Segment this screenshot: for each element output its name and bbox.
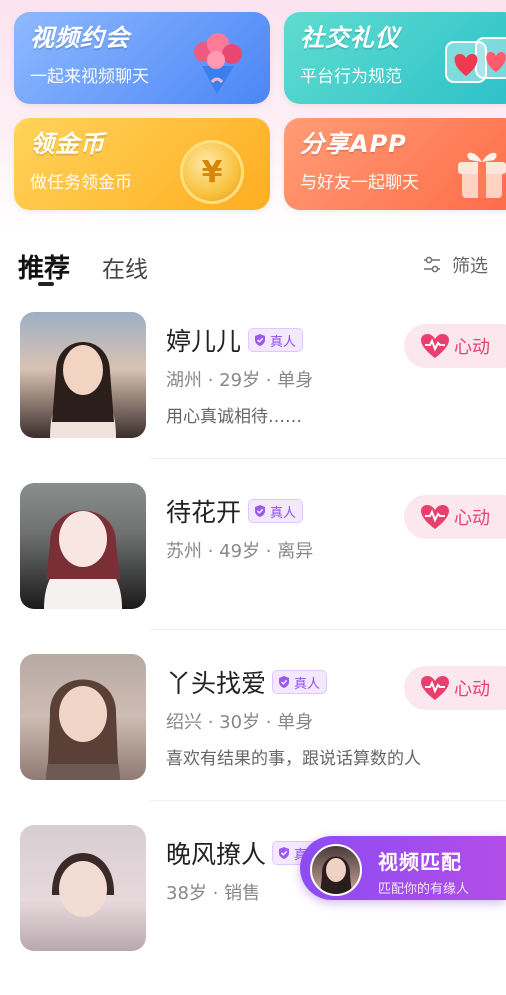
match-subtitle: 匹配你的有缘人 bbox=[378, 882, 470, 897]
tab-recommend[interactable]: 推荐 bbox=[18, 248, 70, 285]
user-meta: 绍兴 · 30岁 · 单身 bbox=[166, 712, 314, 733]
share-app-tile[interactable]: 分享APP 与好友一起聊天 bbox=[284, 118, 506, 210]
user-name: 晚风撩人 bbox=[166, 840, 267, 869]
tile-title: 视频约会 bbox=[30, 24, 130, 52]
verified-label: 真人 bbox=[294, 676, 321, 692]
bouquet-icon bbox=[194, 33, 242, 94]
verified-badge: 真人 bbox=[272, 670, 328, 694]
video-dating-tile[interactable]: 视频约会 一起来视频聊天 bbox=[14, 12, 270, 104]
user-name: 待花开 bbox=[166, 498, 242, 527]
like-label: 心动 bbox=[454, 508, 490, 529]
shield-check-icon bbox=[255, 505, 265, 517]
tile-subtitle: 做任务领金币 bbox=[30, 173, 132, 193]
verified-label: 真人 bbox=[270, 505, 297, 521]
user-name: 婷儿儿 bbox=[166, 327, 242, 356]
tile-title: 领金币 bbox=[30, 130, 105, 158]
tile-subtitle: 一起来视频聊天 bbox=[30, 67, 149, 87]
like-label: 心动 bbox=[454, 337, 490, 358]
avatar bbox=[20, 483, 146, 609]
row-divider bbox=[150, 458, 506, 459]
feed-tabs: 推荐 在线 筛选 bbox=[18, 244, 488, 288]
user-name: 丫头找爱 bbox=[166, 669, 267, 698]
tile-subtitle: 平台行为规范 bbox=[300, 67, 402, 87]
active-tab-indicator bbox=[38, 282, 54, 286]
user-meta: 湖州 · 29岁 · 单身 bbox=[166, 370, 314, 391]
user-bio: 用心真诚相待…… bbox=[166, 407, 302, 427]
tile-title: 分享APP bbox=[300, 130, 407, 158]
tab-online[interactable]: 在线 bbox=[102, 250, 148, 284]
like-button[interactable]: 心动 bbox=[404, 666, 506, 710]
user-card[interactable]: 婷儿儿 真人 湖州 · 29岁 · 单身 用心真诚相待…… 心动 bbox=[0, 312, 506, 482]
video-match-button[interactable]: 视频匹配 匹配你的有缘人 bbox=[300, 836, 506, 900]
coin-icon: ¥ bbox=[180, 140, 244, 204]
match-title: 视频匹配 bbox=[378, 850, 462, 874]
tile-title: 社交礼仪 bbox=[300, 24, 400, 52]
social-etiquette-tile[interactable]: 社交礼仪 平台行为规范 bbox=[284, 12, 506, 104]
tile-subtitle: 与好友一起聊天 bbox=[300, 173, 419, 193]
verified-label: 真人 bbox=[270, 334, 297, 350]
shield-check-icon bbox=[279, 676, 289, 688]
verified-badge: 真人 bbox=[248, 328, 304, 352]
match-avatar bbox=[310, 844, 362, 896]
heartbeat-icon bbox=[421, 676, 449, 700]
avatar bbox=[20, 654, 146, 780]
row-divider bbox=[150, 629, 506, 630]
user-card[interactable]: 待花开 真人 苏州 · 49岁 · 离异 心动 bbox=[0, 483, 506, 653]
filter-button[interactable]: 筛选 bbox=[422, 252, 488, 278]
avatar bbox=[20, 825, 146, 951]
like-button[interactable]: 心动 bbox=[404, 324, 506, 368]
gift-icon bbox=[458, 152, 506, 198]
shield-check-icon bbox=[255, 334, 265, 346]
heartbeat-icon bbox=[421, 505, 449, 529]
heartbeat-icon bbox=[421, 334, 449, 358]
filter-sliders-icon bbox=[424, 256, 440, 273]
earn-coins-tile[interactable]: 领金币 做任务领金币 ¥ bbox=[14, 118, 270, 210]
like-label: 心动 bbox=[454, 679, 490, 700]
avatar bbox=[20, 312, 146, 438]
user-card[interactable]: 丫头找爱 真人 绍兴 · 30岁 · 单身 喜欢有结果的事，跟说话算数的人 心动 bbox=[0, 654, 506, 824]
row-divider bbox=[150, 800, 506, 801]
user-meta: 38岁 · 销售 bbox=[166, 883, 261, 904]
like-button[interactable]: 心动 bbox=[404, 495, 506, 539]
filter-label: 筛选 bbox=[452, 256, 488, 277]
hearts-icon bbox=[445, 37, 506, 83]
user-bio: 喜欢有结果的事，跟说话算数的人 bbox=[166, 749, 421, 769]
shield-check-icon bbox=[279, 847, 289, 859]
verified-badge: 真人 bbox=[248, 499, 304, 523]
user-meta: 苏州 · 49岁 · 离异 bbox=[166, 541, 314, 562]
